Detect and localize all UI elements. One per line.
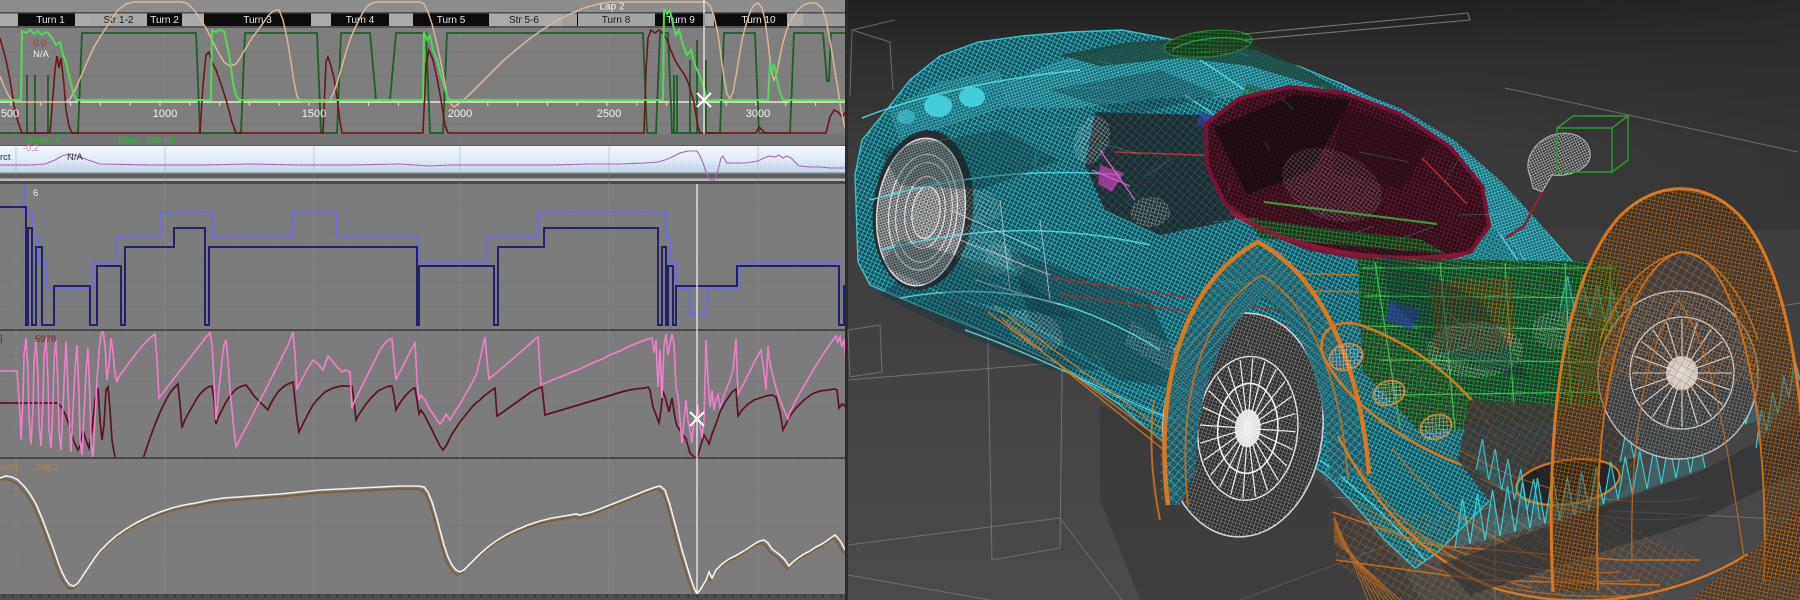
- svg-text:2500: 2500: [597, 108, 621, 120]
- svg-text:-0.2: -0.2: [23, 143, 39, 153]
- svg-text:Turn 5: Turn 5: [437, 15, 466, 26]
- svg-text:rct: rct: [0, 152, 11, 163]
- svg-text:Turn 2: Turn 2: [150, 15, 179, 26]
- svg-text:N/A: N/A: [67, 152, 84, 163]
- svg-text:Turn 1: Turn 1: [36, 15, 65, 26]
- svg-text:0.0: 0.0: [33, 38, 46, 49]
- svg-text:N/A: N/A: [33, 49, 50, 60]
- svg-text:Str 5-6: Str 5-6: [509, 15, 539, 26]
- svg-text:Rate: 100 Hz: Rate: 100 Hz: [118, 135, 176, 145]
- svg-text:10: 10: [33, 28, 43, 38]
- svg-text:2000: 2000: [448, 108, 472, 120]
- svg-text:5978: 5978: [35, 334, 56, 345]
- svg-text:]: ]: [0, 333, 3, 343]
- svg-text:Turn 8: Turn 8: [602, 15, 631, 26]
- svg-text:1000: 1000: [153, 108, 177, 120]
- svg-text:1500: 1500: [302, 108, 326, 120]
- svg-text:248.3: 248.3: [35, 462, 59, 473]
- svg-text:500: 500: [1, 108, 19, 120]
- svg-text:3000: 3000: [746, 108, 770, 120]
- svg-text:6: 6: [33, 188, 38, 199]
- svg-text:m/h]: m/h]: [0, 462, 18, 472]
